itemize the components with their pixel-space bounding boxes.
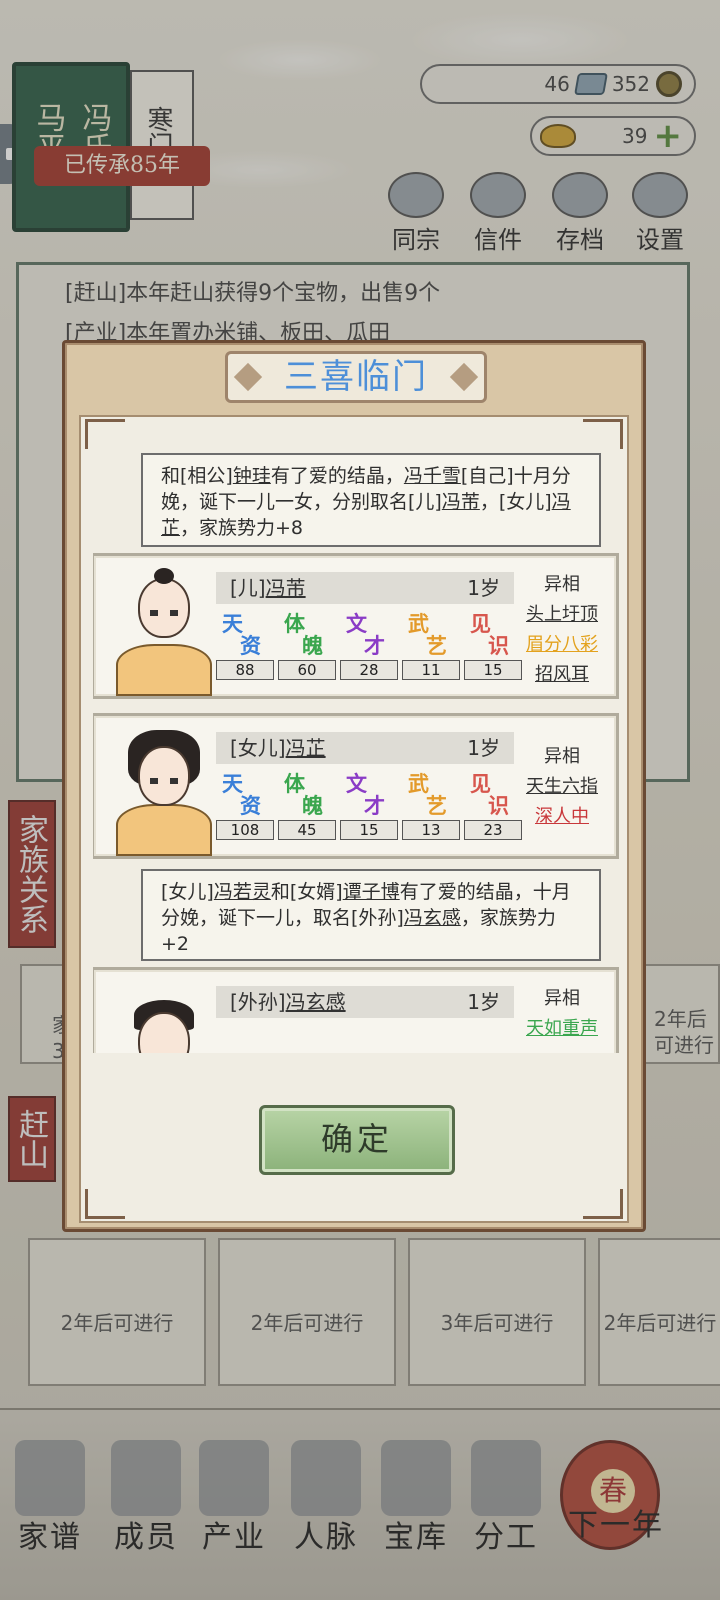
child-name[interactable]: 冯玄感	[286, 990, 346, 1014]
event-description: [女儿]冯若灵和[女婿]谭子博有了爱的结晶，十月分娩，诞下一儿，取名[外孙]冯玄…	[141, 869, 601, 961]
trait-link[interactable]: 招风耳	[516, 660, 608, 690]
person-link[interactable]: 冯芾	[442, 491, 480, 513]
stat-value: 88	[216, 660, 274, 680]
stat-label: 魄	[302, 633, 323, 658]
child-relation: [女儿]	[230, 736, 286, 760]
modal-title: 三喜临门	[284, 357, 428, 397]
event-text: 和[女婿]	[270, 881, 343, 903]
person-link[interactable]: 冯千雪	[404, 465, 461, 487]
stat-label: 艺	[426, 633, 447, 658]
stat-physique: 体魄 60	[278, 608, 336, 682]
avatar	[116, 568, 212, 696]
traits-header: 异相	[544, 988, 580, 1009]
stat-label: 才	[364, 793, 385, 818]
event-text: 和[相公]	[161, 465, 233, 487]
stat-talent: 天资 88	[216, 608, 274, 682]
event-text: ，家族势力+8	[180, 517, 304, 539]
stat-label: 识	[488, 633, 509, 658]
stat-value: 15	[464, 660, 522, 680]
event-text: ，[女儿]	[479, 491, 552, 513]
trait-link[interactable]: 天如重声	[516, 1014, 608, 1044]
confirm-button[interactable]: 确定	[259, 1105, 455, 1175]
stat-insight: 见识 23	[464, 768, 522, 842]
avatar-head	[138, 746, 190, 806]
stat-label: 资	[240, 633, 261, 658]
stat-label: 艺	[426, 793, 447, 818]
child-traits: 异相 天生六指 深人中	[516, 742, 608, 832]
trait-link[interactable]: 天生六指	[516, 772, 608, 802]
stat-value: 45	[278, 820, 336, 840]
stat-label: 资	[240, 793, 261, 818]
stat-value: 23	[464, 820, 522, 840]
stat-literary: 文才 28	[340, 608, 398, 682]
child-age: 1岁	[467, 990, 500, 1014]
person-link[interactable]: 钟珪	[233, 465, 271, 487]
child-age: 1岁	[467, 736, 500, 760]
person-link[interactable]: 谭子博	[343, 881, 400, 903]
person-link[interactable]: 冯若灵	[214, 881, 271, 903]
child-name-bar: [儿]冯芾 1岁	[216, 572, 514, 604]
trait-link[interactable]: 头上圩顶	[516, 600, 608, 630]
person-link[interactable]: 冯玄感	[404, 907, 461, 929]
avatar-body	[116, 644, 212, 696]
child-name[interactable]: 冯芷	[286, 736, 326, 760]
stat-value: 28	[340, 660, 398, 680]
corner-ornament	[85, 1189, 125, 1219]
corner-ornament	[583, 419, 623, 449]
corner-ornament	[583, 1189, 623, 1219]
child-card[interactable]: [女儿]冯芷 1岁 天资 108 体魄 45 文才 15 武艺 13 见识 23 异相 天…	[93, 713, 619, 859]
stat-talent: 天资 108	[216, 768, 274, 842]
stat-value: 13	[402, 820, 460, 840]
child-name-bar: [女儿]冯芷 1岁	[216, 732, 514, 764]
stat-label: 魄	[302, 793, 323, 818]
stat-label: 才	[364, 633, 385, 658]
trait-link[interactable]: 眉分八彩	[516, 630, 608, 660]
child-traits: 异相 头上圩顶 眉分八彩 招风耳	[516, 570, 608, 690]
traits-header: 异相	[544, 746, 580, 767]
event-description: 和[相公]钟珪有了爱的结晶，冯千雪[自己]十月分娩，诞下一儿一女，分别取名[儿]…	[141, 453, 601, 547]
stat-martial: 武艺 13	[402, 768, 460, 842]
trait-link[interactable]: 深人中	[516, 802, 608, 832]
modal-content: 和[相公]钟珪有了爱的结晶，冯千雪[自己]十月分娩，诞下一儿一女，分别取名[儿]…	[79, 415, 629, 1223]
event-text: 有了爱的结晶，	[270, 465, 404, 487]
stat-literary: 文才 15	[340, 768, 398, 842]
traits-header: 异相	[544, 574, 580, 595]
avatar-head	[138, 578, 190, 638]
event-text: [女儿]	[161, 881, 214, 903]
child-relation: [外孙]	[230, 990, 286, 1014]
stat-physique: 体魄 45	[278, 768, 336, 842]
title-plaque: 三喜临门	[225, 351, 487, 403]
stat-value: 11	[402, 660, 460, 680]
child-age: 1岁	[467, 576, 500, 600]
avatar-eyes	[150, 778, 178, 784]
avatar-eyes	[150, 610, 178, 616]
event-modal: 三喜临门 和[相公]钟珪有了爱的结晶，冯千雪[自己]十月分娩，诞下一儿一女，分别…	[62, 340, 646, 1232]
child-stats: 天资 88 体魄 60 文才 28 武艺 11 见识 15	[216, 608, 524, 682]
avatar	[116, 728, 212, 856]
child-traits: 异相 天如重声	[516, 984, 608, 1044]
avatar-body	[116, 804, 212, 856]
child-name-bar: [外孙]冯玄感 1岁	[216, 986, 514, 1018]
stat-insight: 见识 15	[464, 608, 522, 682]
stat-value: 108	[216, 820, 274, 840]
child-card[interactable]: [外孙]冯玄感 1岁 异相 天如重声	[93, 967, 619, 1053]
child-relation: [儿]	[230, 576, 266, 600]
child-stats: 天资 108 体魄 45 文才 15 武艺 13 见识 23	[216, 768, 524, 842]
event-scroll-area[interactable]: 和[相公]钟珪有了爱的结晶，冯千雪[自己]十月分娩，诞下一儿一女，分别取名[儿]…	[93, 449, 619, 1053]
avatar	[116, 982, 212, 1053]
corner-ornament	[85, 419, 125, 449]
stat-value: 60	[278, 660, 336, 680]
child-card[interactable]: [儿]冯芾 1岁 天资 88 体魄 60 文才 28 武艺 11 见识 15 异相 头上圩…	[93, 553, 619, 699]
stat-value: 15	[340, 820, 398, 840]
avatar-hair	[154, 568, 174, 584]
child-name[interactable]: 冯芾	[266, 576, 306, 600]
stat-label: 识	[488, 793, 509, 818]
stat-martial: 武艺 11	[402, 608, 460, 682]
